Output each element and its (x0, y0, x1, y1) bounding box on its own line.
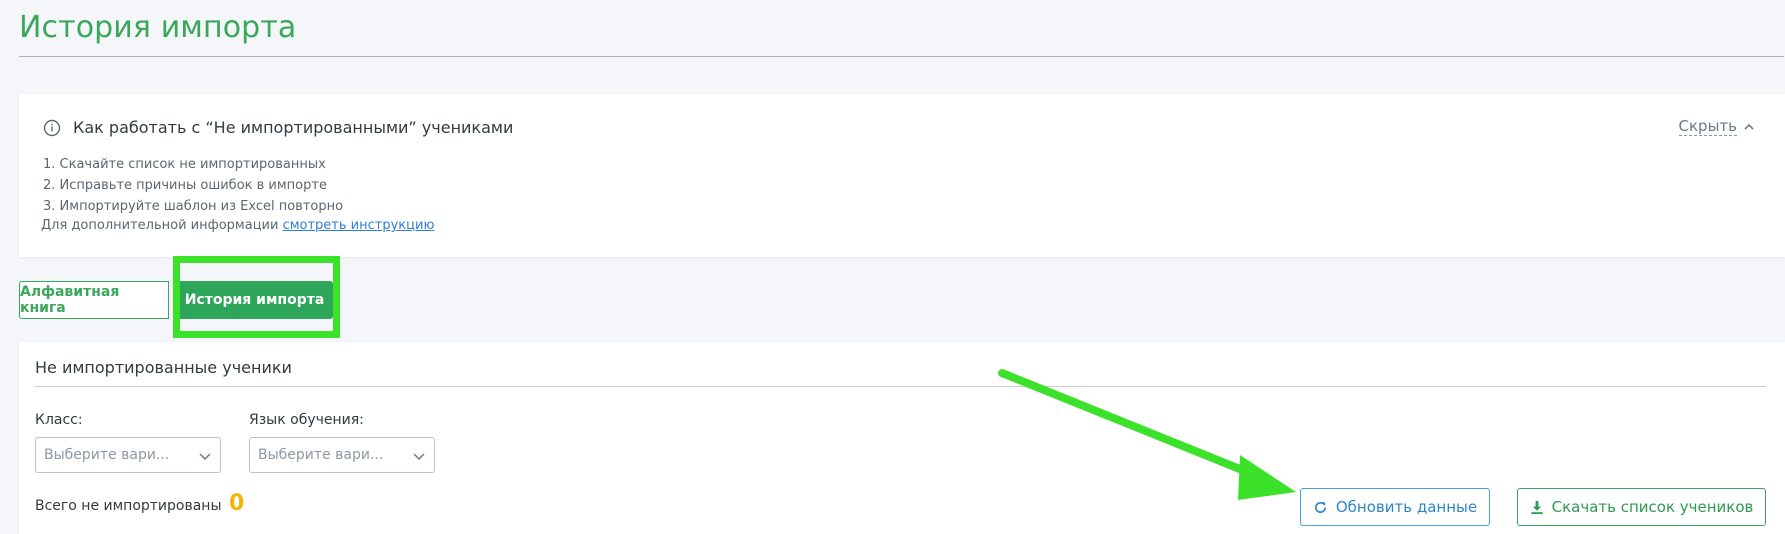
instruction-step: 1. Скачайте список не импортированных (43, 157, 326, 172)
panel-title: Не импортированные ученики (35, 358, 292, 377)
hide-label: Скрыть (1678, 117, 1737, 136)
instruction-link[interactable]: смотреть инструкцию (283, 218, 435, 233)
hide-instructions-link[interactable]: Скрыть (1678, 117, 1755, 136)
tab-alphabet-book[interactable]: Алфавитная книга (19, 281, 169, 319)
chevron-up-icon (1744, 123, 1754, 130)
language-filter-label: Язык обучения: (249, 412, 364, 428)
total-not-imported-count: 0 (229, 491, 245, 516)
chevron-down-icon (199, 453, 211, 461)
page-title: История импорта (19, 10, 297, 45)
tab-import-history[interactable]: История импорта (176, 281, 333, 319)
download-label: Скачать список учеников (1551, 498, 1754, 516)
total-not-imported-label: Всего не импортированы (35, 498, 222, 514)
refresh-data-button[interactable]: Обновить данные (1300, 488, 1490, 526)
instruction-step: 2. Исправьте причины ошибок в импорте (43, 178, 327, 193)
instructions-card: Как работать с “Не импортированными” уче… (19, 94, 1785, 257)
more-info-label: Для дополнительной информации (41, 218, 279, 233)
instruction-step: 3. Импортируйте шаблон из Excel повторно (43, 199, 344, 214)
more-info-text: Для дополнительной информации смотреть и… (41, 218, 434, 233)
panel-divider (35, 386, 1766, 387)
language-select[interactable]: Выберите вари... (249, 437, 435, 473)
info-circle-icon (43, 119, 61, 137)
class-select-placeholder: Выберите вари... (44, 447, 170, 463)
refresh-icon (1314, 501, 1326, 513)
refresh-label: Обновить данные (1335, 498, 1478, 516)
instructions-title: Как работать с “Не импортированными” уче… (73, 118, 514, 137)
download-icon (1530, 500, 1543, 514)
download-list-button[interactable]: Скачать список учеников (1517, 488, 1766, 526)
language-select-placeholder: Выберите вари... (258, 447, 384, 463)
class-select[interactable]: Выберите вари... (35, 437, 221, 473)
class-filter-label: Класс: (35, 412, 83, 428)
chevron-down-icon (413, 453, 425, 461)
title-divider (19, 56, 1784, 57)
instruction-steps: 1. Скачайте список не импортированных 2.… (43, 154, 343, 217)
